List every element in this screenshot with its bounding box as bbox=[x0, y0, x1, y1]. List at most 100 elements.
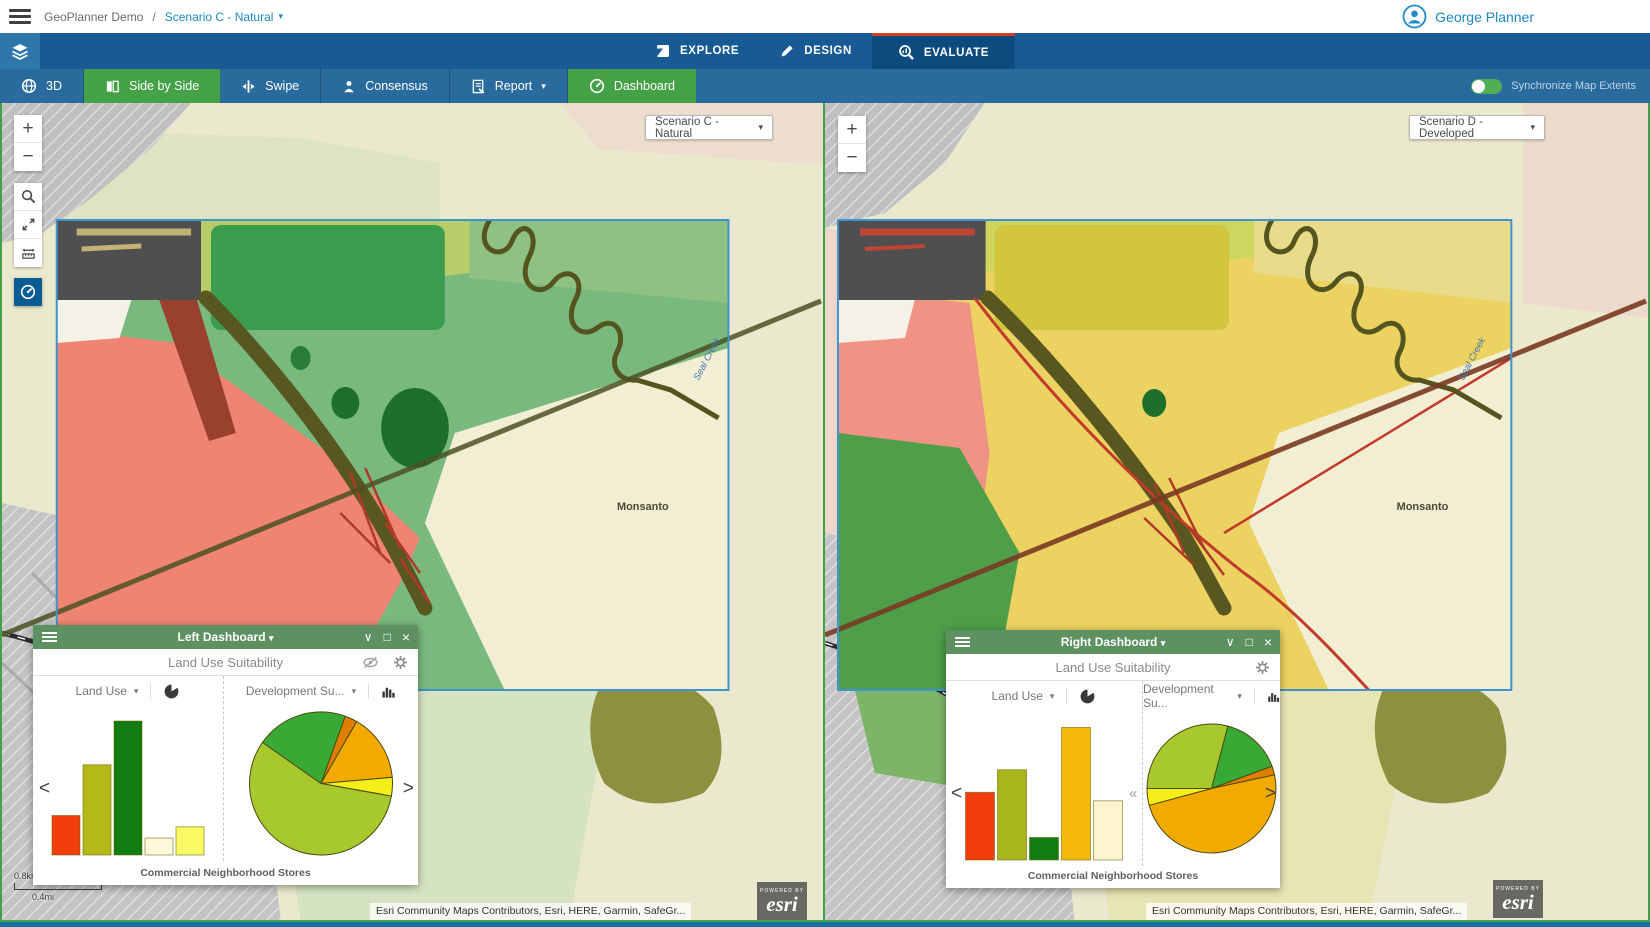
tab-evaluate-label: EVALUATE bbox=[924, 47, 989, 59]
3d-button[interactable]: 3D bbox=[0, 69, 84, 103]
expand-button[interactable] bbox=[14, 211, 42, 239]
bar-chart bbox=[946, 713, 1142, 864]
sync-extents-control: Synchronize Map Extents bbox=[1471, 69, 1636, 103]
prev-chart-arrow[interactable]: < bbox=[39, 778, 50, 800]
chevron-down-icon: ▾ bbox=[1530, 123, 1535, 132]
measure-button[interactable] bbox=[14, 239, 42, 267]
maximize-icon[interactable]: □ bbox=[1246, 630, 1253, 654]
search-button[interactable] bbox=[14, 183, 42, 211]
chevron-down-icon: ▾ bbox=[1050, 692, 1055, 701]
consensus-label: Consensus bbox=[365, 79, 428, 93]
zoom-in-button[interactable]: + bbox=[838, 116, 866, 144]
chart-selector-label: Development Su... bbox=[246, 684, 345, 698]
esri-logo-text: esri bbox=[766, 894, 798, 914]
left-map-city-label: Monsanto bbox=[617, 501, 669, 513]
left-dashboard-header[interactable]: Left Dashboard ▾ ∨ □ × bbox=[33, 625, 418, 649]
consensus-icon bbox=[342, 79, 356, 94]
chevron-down-icon: ▾ bbox=[352, 687, 357, 696]
layers-button[interactable] bbox=[0, 33, 40, 69]
left-zoom-controls: + − bbox=[14, 115, 42, 171]
geoplanner-app: GeoPlanner Demo / Scenario C - Natural ▾… bbox=[0, 0, 1650, 927]
3d-label: 3D bbox=[46, 79, 62, 93]
gear-icon[interactable] bbox=[1255, 660, 1270, 675]
maximize-icon[interactable]: □ bbox=[384, 625, 391, 649]
gear-icon[interactable] bbox=[393, 655, 408, 670]
collapse-chevrons-icon[interactable]: « bbox=[1129, 785, 1137, 802]
next-chart-arrow[interactable]: > bbox=[403, 778, 414, 800]
left-esri-logo: POWERED BY esri bbox=[757, 882, 807, 920]
tab-evaluate[interactable]: EVALUATE bbox=[872, 33, 1015, 69]
right-scenario-select[interactable]: Scenario D - Developed ▾ bbox=[1409, 115, 1545, 140]
measure-icon bbox=[21, 246, 36, 261]
pie-chart-icon[interactable] bbox=[163, 683, 180, 700]
chevron-down-icon: ▾ bbox=[758, 123, 763, 132]
tab-explore[interactable]: EXPLORE bbox=[635, 33, 759, 69]
scale-mi-label: 0.4mi bbox=[14, 892, 102, 902]
breadcrumb-scenario-label: Scenario C - Natural bbox=[165, 10, 274, 24]
right-map-attribution: Esri Community Maps Contributors, Esri, … bbox=[1146, 903, 1467, 920]
side-by-side-button[interactable]: Side by Side bbox=[84, 69, 220, 103]
left-dashboard-title[interactable]: Left Dashboard ▾ bbox=[33, 630, 418, 644]
right-dashboard-header[interactable]: Right Dashboard ▾ ∨ □ × bbox=[946, 630, 1280, 654]
dashboard-window-buttons: ∨ □ × bbox=[1226, 630, 1272, 654]
report-button[interactable]: Report ▾ bbox=[450, 69, 568, 103]
main-menu-icon[interactable] bbox=[9, 9, 31, 24]
minimize-icon[interactable]: ∨ bbox=[1226, 630, 1235, 654]
swipe-button[interactable]: Swipe bbox=[220, 69, 321, 103]
breadcrumb: GeoPlanner Demo / Scenario C - Natural ▾ bbox=[44, 10, 283, 24]
land-use-chart-card: Land Use ▾ bbox=[946, 681, 1143, 866]
chart-selector-label: Development Su... bbox=[1143, 682, 1230, 710]
zoom-out-button[interactable]: − bbox=[838, 144, 866, 172]
map-compare-container: Monsanto Seal Creek + − bbox=[0, 103, 1650, 922]
bottom-accent-bar bbox=[0, 922, 1650, 927]
dashboard-gauge-icon bbox=[20, 284, 36, 300]
left-chart-footer: Commercial Neighborhood Stores bbox=[33, 867, 418, 879]
right-chart-footer: Commercial Neighborhood Stores bbox=[946, 870, 1280, 882]
chart-selector-label: Land Use bbox=[992, 689, 1043, 703]
chart-selector[interactable]: Land Use ▾ bbox=[946, 681, 1142, 711]
tab-design[interactable]: DESIGN bbox=[759, 33, 872, 69]
minimize-icon[interactable]: ∨ bbox=[364, 625, 373, 649]
user-menu[interactable]: George Planner bbox=[1402, 0, 1534, 33]
zoom-in-button[interactable]: + bbox=[14, 115, 42, 143]
bar-chart-icon[interactable] bbox=[1267, 689, 1280, 704]
left-widget-title: Land Use Suitability bbox=[168, 655, 283, 670]
right-dashboard: Right Dashboard ▾ ∨ □ × Land Use Suitabi… bbox=[946, 630, 1280, 888]
pie-chart bbox=[1143, 713, 1280, 864]
left-dashboard: Left Dashboard ▾ ∨ □ × Land Use Suitabil… bbox=[33, 625, 418, 885]
left-dashboard-charts: < > Land Use ▾ bbox=[33, 676, 418, 861]
user-name: George Planner bbox=[1435, 9, 1534, 25]
development-suitability-chart-card: Development Su... ▾ bbox=[224, 676, 418, 861]
dashboard-button[interactable]: Dashboard bbox=[568, 69, 696, 103]
prev-chart-arrow[interactable]: < bbox=[951, 783, 962, 805]
chart-selector[interactable]: Land Use ▾ bbox=[33, 676, 223, 706]
sync-extents-toggle[interactable] bbox=[1471, 79, 1502, 94]
chevron-down-icon: ▾ bbox=[1237, 692, 1242, 701]
left-map-panel: Monsanto Seal Creek + − bbox=[0, 103, 825, 922]
right-widget-title: Land Use Suitability bbox=[1056, 660, 1171, 675]
left-scenario-select[interactable]: Scenario C - Natural ▾ bbox=[645, 115, 773, 140]
side-by-side-icon bbox=[105, 79, 120, 94]
consensus-button[interactable]: Consensus bbox=[321, 69, 450, 103]
chart-selector[interactable]: Development Su... ▾ bbox=[1143, 681, 1280, 711]
breadcrumb-scenario-dropdown[interactable]: Scenario C - Natural ▾ bbox=[165, 10, 283, 24]
right-zoom-controls: + − bbox=[838, 116, 866, 172]
chevron-down-icon: ▾ bbox=[541, 82, 546, 91]
pie-chart-icon[interactable] bbox=[1079, 688, 1096, 705]
pie-chart bbox=[224, 708, 418, 859]
left-tools bbox=[14, 183, 42, 267]
primary-nav: EXPLORE DESIGN EVALUATE bbox=[0, 33, 1650, 69]
bar-chart-icon[interactable] bbox=[381, 684, 396, 699]
right-map-panel: Monsanto Seal Creek + − Scenario D - Dev… bbox=[825, 103, 1650, 922]
left-scenario-value: Scenario C - Natural bbox=[655, 116, 758, 140]
chart-selector[interactable]: Development Su... ▾ bbox=[224, 676, 418, 706]
right-scenario-value: Scenario D - Developed bbox=[1419, 116, 1530, 140]
dashboard-tool-button[interactable] bbox=[14, 278, 42, 306]
expand-icon bbox=[21, 217, 36, 232]
report-label: Report bbox=[495, 79, 533, 93]
close-icon[interactable]: × bbox=[1264, 630, 1272, 654]
visibility-off-icon[interactable] bbox=[362, 654, 379, 671]
next-chart-arrow[interactable]: > bbox=[1265, 783, 1276, 805]
zoom-out-button[interactable]: − bbox=[14, 143, 42, 171]
close-icon[interactable]: × bbox=[402, 625, 410, 649]
